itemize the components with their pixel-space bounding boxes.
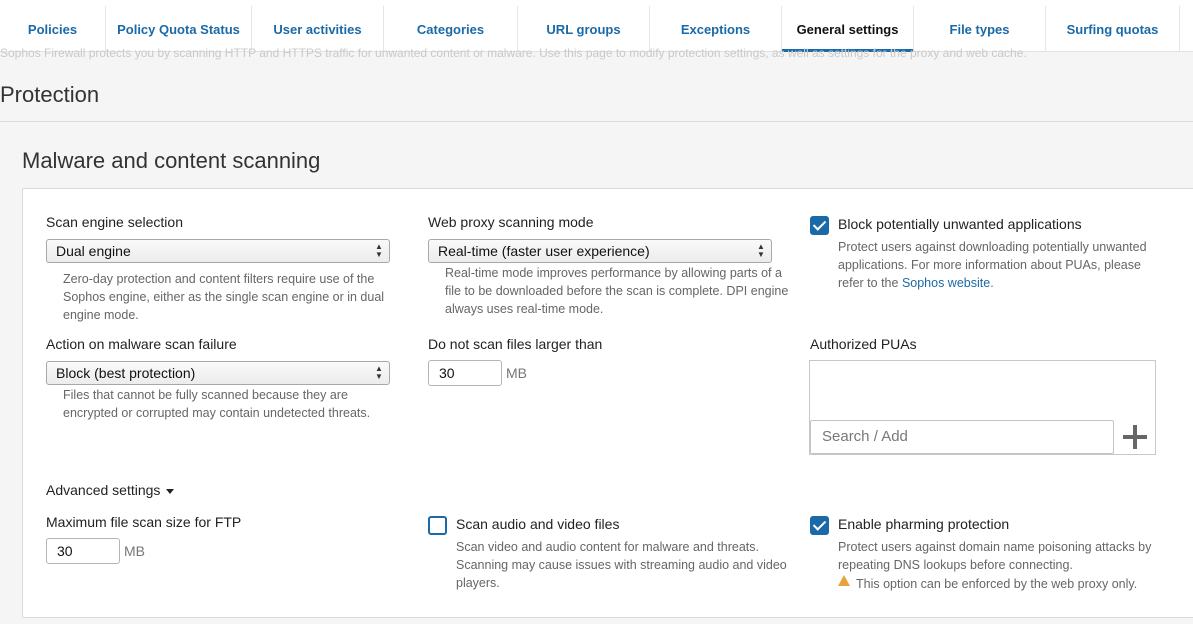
malware-failure-select[interactable]: Block (best protection) ▲ ▼ bbox=[46, 361, 390, 385]
pua-search-input[interactable]: Search / Add bbox=[810, 420, 1114, 454]
block-pua-checkbox[interactable] bbox=[810, 216, 829, 235]
scan-av-checkbox[interactable] bbox=[428, 516, 447, 535]
ftp-max-label: Maximum file scan size for FTP bbox=[46, 514, 242, 530]
scan-engine-label: Scan engine selection bbox=[46, 214, 183, 230]
select-arrows-icon: ▲ ▼ bbox=[757, 242, 765, 259]
scan-av-help: Scan video and audio content for malware… bbox=[456, 540, 787, 590]
block-pua-label: Block potentially unwanted applications bbox=[838, 216, 1082, 232]
ftp-max-input[interactable]: 30 bbox=[46, 538, 120, 564]
scan-engine-value: Dual engine bbox=[56, 243, 131, 259]
scan-av-label: Scan audio and video files bbox=[456, 516, 620, 532]
page-intro-text: Sophos Firewall protects you by scanning… bbox=[0, 46, 1027, 60]
select-arrows-icon: ▲ ▼ bbox=[375, 364, 383, 381]
malware-failure-value: Block (best protection) bbox=[56, 365, 196, 381]
tab-label: Exceptions bbox=[680, 21, 751, 37]
tab-label: URL groups bbox=[546, 21, 621, 37]
warning-icon bbox=[838, 575, 850, 586]
tab-label: Policies bbox=[27, 21, 78, 37]
scan-engine-select[interactable]: Dual engine ▲ ▼ bbox=[46, 239, 390, 263]
authorized-puas-list[interactable]: Search / Add bbox=[809, 360, 1156, 455]
pharming-help: Protect users against domain name poison… bbox=[838, 540, 1152, 572]
proxy-mode-value: Real-time (faster user experience) bbox=[438, 243, 650, 259]
block-pua-help: Protect users against downloading potent… bbox=[838, 238, 1158, 292]
malware-failure-help: Files that cannot be fully scanned becau… bbox=[63, 388, 371, 420]
divider bbox=[0, 121, 1193, 122]
tab-label: User activities bbox=[273, 21, 362, 37]
tab-label: General settings bbox=[796, 21, 899, 37]
max-scan-input[interactable]: 30 bbox=[428, 360, 502, 386]
select-arrows-icon: ▲ ▼ bbox=[375, 242, 383, 259]
add-pua-plus-icon[interactable] bbox=[1123, 425, 1147, 449]
tab-label: File types bbox=[949, 21, 1010, 37]
tab-label: Surfing quotas bbox=[1066, 21, 1159, 37]
tab-bar: Policies Policy Quota Status User activi… bbox=[0, 0, 1193, 52]
authorized-puas-label: Authorized PUAs bbox=[810, 336, 917, 352]
block-pua-help-suffix: . bbox=[990, 276, 994, 290]
pharming-checkbox[interactable] bbox=[810, 516, 829, 535]
advanced-settings-label: Advanced settings bbox=[46, 482, 161, 498]
scan-engine-help: Zero-day protection and content filters … bbox=[63, 272, 385, 322]
tab-label: Categories bbox=[416, 21, 485, 37]
tab-label: Policy Quota Status bbox=[117, 21, 240, 37]
ftp-max-unit: MB bbox=[124, 543, 145, 559]
section-title: Malware and content scanning bbox=[22, 148, 321, 173]
proxy-mode-select[interactable]: Real-time (faster user experience) ▲ ▼ bbox=[428, 239, 772, 263]
page-title: Protection bbox=[0, 82, 100, 107]
proxy-mode-help: Real-time mode improves performance by a… bbox=[445, 266, 789, 316]
pharming-warning: This option can be enforced by the web p… bbox=[856, 577, 1138, 591]
caret-down-icon bbox=[166, 488, 175, 494]
malware-failure-label: Action on malware scan failure bbox=[46, 336, 237, 352]
sophos-website-link[interactable]: Sophos website bbox=[902, 276, 990, 290]
proxy-mode-label: Web proxy scanning mode bbox=[428, 214, 594, 230]
pharming-label: Enable pharming protection bbox=[838, 516, 1010, 532]
advanced-settings-toggle[interactable]: Advanced settings bbox=[46, 482, 175, 498]
max-scan-unit: MB bbox=[506, 365, 527, 381]
max-scan-label: Do not scan files larger than bbox=[428, 336, 603, 352]
